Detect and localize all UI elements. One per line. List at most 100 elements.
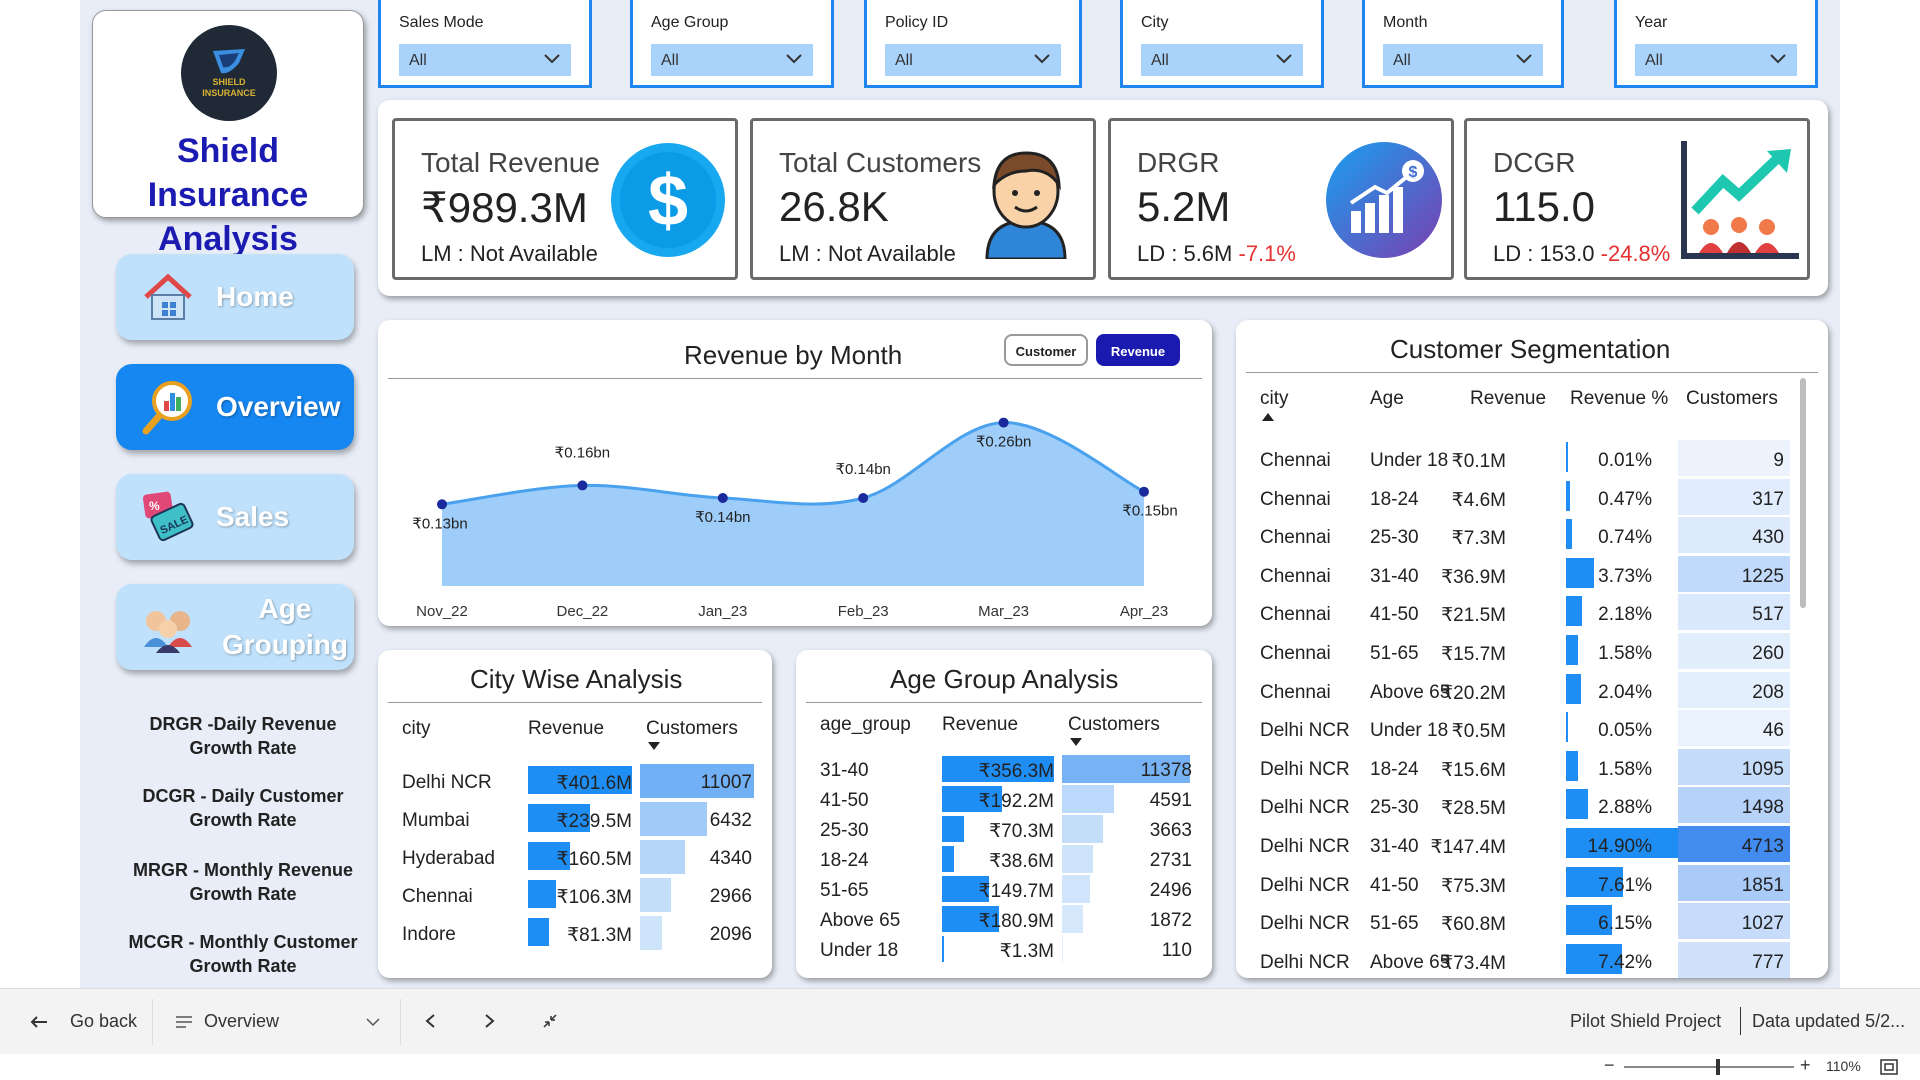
city-cell: Mumbai [402,810,470,831]
age-cell: 41-50 [1370,604,1419,626]
revenue-cell: ₹0.5M [1451,721,1506,743]
next-page-icon[interactable] [484,1013,496,1029]
toggle-customer-button[interactable]: Customer [1004,334,1088,366]
customers-bar [1062,845,1093,873]
glossary-mcgr: MCGR - Monthly Customer Growth Rate [128,932,358,976]
revenue-cell: ₹4.6M [1451,489,1506,511]
data-label: ₹0.16bn [555,444,610,461]
filter-month[interactable]: Month All [1362,0,1564,88]
revenue-pct-bar [1566,442,1568,472]
data-label: ₹0.13bn [412,515,467,532]
age-cell: 31-40 [1370,836,1419,857]
filter-policy-id[interactable]: Policy ID All [864,0,1082,88]
kpi-value: 26.8K [779,183,889,230]
revenue-cell: ₹75.3M [1441,875,1506,897]
filter-dropdown[interactable]: All [399,44,571,76]
zoom-slider-thumb[interactable] [1715,1059,1720,1075]
customers-cell: 4713 [1741,836,1784,857]
nav-age-grouping-button[interactable]: Age Grouping [116,584,354,670]
filter-dropdown[interactable]: All [1141,44,1303,76]
segment-table-title: Customer Segmentation [1390,334,1671,364]
revenue-cell: ₹401.6M [556,773,632,794]
filter-dropdown[interactable]: All [885,44,1061,76]
age-group-cell: 51-65 [820,880,869,901]
revenue-pct-col-header[interactable]: Revenue % [1570,388,1668,410]
zoom-out-button[interactable]: − [1604,1055,1615,1076]
filter-city[interactable]: City All [1120,0,1324,88]
customers-cell: 3663 [1149,820,1192,841]
age-col-header[interactable]: Age [1370,388,1404,410]
city-cell: Delhi NCR [1260,913,1350,935]
age-cell: 25-30 [1370,797,1419,819]
city-col-header[interactable]: city [402,718,431,740]
filter-label: Policy ID [885,14,949,31]
svg-text:%: % [149,499,160,513]
age-cell: Above 65 [1370,951,1451,973]
customers-cell: 4591 [1149,790,1192,811]
back-arrow-icon[interactable] [30,1015,48,1029]
collapse-icon[interactable] [542,1013,558,1029]
kpi-value: 5.2M [1137,183,1231,230]
revenue-cell: ₹180.9M [978,911,1054,932]
revenue-pct-bar [1566,480,1570,511]
go-back-button[interactable]: Go back [70,1011,137,1032]
chevron-down-icon [544,54,560,64]
page-select[interactable]: Overview [204,1011,279,1032]
sort-asc-icon [1262,413,1274,421]
data-point[interactable] [577,480,588,491]
nav-home-button[interactable]: Home [116,254,354,340]
revenue-bar [528,918,549,946]
data-point[interactable] [998,417,1009,428]
filter-sales-mode[interactable]: Sales Mode All [378,0,592,88]
data-point[interactable] [717,493,728,503]
toggle-revenue-button[interactable]: Revenue [1096,334,1180,366]
divider [1246,372,1818,373]
customers-bar [1062,935,1063,963]
data-point[interactable] [1139,486,1149,497]
data-label: ₹0.14bn [695,509,750,526]
chevron-down-icon[interactable] [366,1017,380,1027]
city-cell: Indore [402,924,456,945]
revenue-col-header[interactable]: Revenue [942,714,1018,736]
revenue-cell: ₹239.5M [556,811,632,832]
filter-dropdown[interactable]: All [1383,44,1543,76]
previous-page-icon[interactable] [424,1013,436,1029]
city-cell: Delhi NCR [1260,874,1350,896]
customers-cell: 46 [1762,720,1784,742]
age-cell: 51-65 [1370,913,1419,935]
filter-label: Age Group [651,14,729,31]
data-point[interactable] [858,493,869,503]
filter-age-group[interactable]: Age Group All [630,0,834,88]
filter-year[interactable]: Year All [1614,0,1818,88]
revenue-bar [942,846,954,872]
growth-chart-people-icon [1681,141,1799,259]
customers-col-header[interactable]: Customers [1686,388,1778,410]
revenue-pct-cell: 3.73% [1598,565,1652,587]
filter-dropdown[interactable]: All [1635,44,1797,76]
nav-sales-button[interactable]: % SALE Sales [116,474,354,560]
city-cell: Delhi NCR [402,772,492,793]
revenue-bar [942,816,964,842]
revenue-col-header[interactable]: Revenue [528,718,604,740]
revenue-pct-cell: 1.58% [1598,643,1652,664]
customers-bar [1062,875,1090,903]
revenue-col-header[interactable]: Revenue [1470,388,1546,410]
x-tick-label: Mar_23 [978,603,1029,620]
data-point[interactable] [437,499,447,510]
customers-col-header[interactable]: Customers [646,718,738,740]
zoom-in-button[interactable]: + [1800,1055,1811,1076]
age-group-col-header[interactable]: age_group [820,714,911,736]
city-col-header[interactable]: city [1260,388,1289,410]
vertical-scrollbar[interactable] [1800,378,1806,608]
fit-to-page-icon[interactable] [1880,1059,1898,1075]
customers-col-header[interactable]: Customers [1068,714,1160,736]
zoom-bar: − + 110% [0,1054,1920,1080]
zoom-slider[interactable] [1624,1066,1794,1068]
nav-age-grouping-label: Age Grouping [222,593,348,660]
filter-dropdown[interactable]: All [651,44,813,76]
kpi-title: Total Customers [779,147,982,178]
nav-overview-button[interactable]: Overview [116,364,354,450]
customers-cell: 2731 [1149,850,1192,871]
customer-avatar-icon [985,151,1067,259]
filter-label: Month [1383,14,1428,31]
